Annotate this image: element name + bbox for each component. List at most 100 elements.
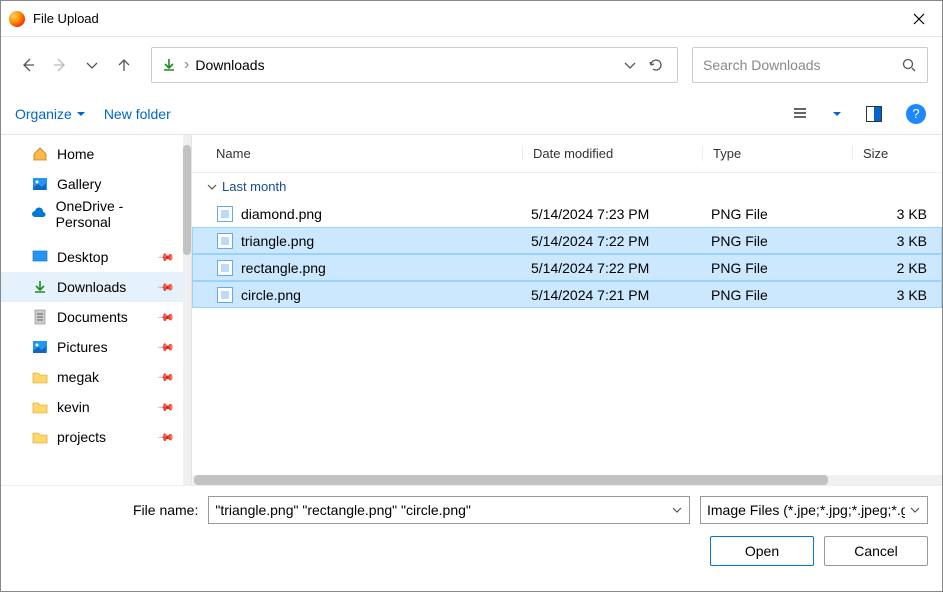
image-file-icon [217,287,233,303]
column-headers: Name Date modified Type Size [192,135,942,173]
sidebar-item-home[interactable]: Home [1,139,183,169]
chevron-down-icon [84,57,100,73]
file-date: 5/14/2024 7:22 PM [521,233,701,249]
sidebar-item-label: Documents [57,309,128,325]
pin-icon: 📌 [157,278,176,297]
column-type[interactable]: Type [702,146,852,161]
file-name: diamond.png [241,206,322,222]
toolbar: Organize New folder ? [1,93,942,135]
sidebar-item-label: Pictures [57,339,108,355]
file-name: triangle.png [241,233,314,249]
sidebar-item-desktop[interactable]: Desktop 📌 [1,242,183,272]
folder-icon [31,368,49,386]
nav-row: › Downloads Search Downloads [1,37,942,93]
download-icon [31,278,49,296]
path-dropdown[interactable] [617,52,643,78]
pin-icon: 📌 [157,338,176,357]
sidebar-item-gallery[interactable]: Gallery [1,169,183,199]
sidebar-item-label: Downloads [57,279,126,295]
chevron-down-icon [909,504,921,516]
file-type: PNG File [701,233,851,249]
image-file-icon [217,206,233,222]
folder-icon [31,398,49,416]
column-date[interactable]: Date modified [522,146,702,161]
help-button[interactable]: ? [904,102,928,126]
address-bar[interactable]: › Downloads [151,47,678,83]
window-titlebar: File Upload [1,1,942,37]
sidebar-item-kevin[interactable]: kevin 📌 [1,392,183,422]
sidebar-item-projects[interactable]: projects 📌 [1,422,183,452]
refresh-icon [648,57,664,73]
pin-icon: 📌 [157,398,176,417]
file-date: 5/14/2024 7:21 PM [521,287,701,303]
file-date: 5/14/2024 7:22 PM [521,260,701,276]
desktop-icon [31,248,49,266]
column-size[interactable]: Size [852,146,942,161]
file-size: 3 KB [851,206,941,222]
arrow-right-icon [52,57,68,73]
search-input[interactable]: Search Downloads [692,47,928,83]
new-folder-button[interactable]: New folder [104,106,171,122]
downloads-folder-icon [160,56,178,74]
sidebar-item-downloads[interactable]: Downloads 📌 [1,272,183,302]
refresh-button[interactable] [643,52,669,78]
file-row[interactable]: diamond.png 5/14/2024 7:23 PM PNG File 3… [192,200,942,227]
view-dropdown[interactable] [830,102,844,126]
view-menu[interactable] [788,102,812,126]
filename-label: File name: [133,502,198,518]
sidebar-item-documents[interactable]: Documents 📌 [1,302,183,332]
sidebar-item-label: kevin [57,399,90,415]
gallery-icon [31,338,49,356]
pin-icon: 📌 [157,368,176,387]
breadcrumb[interactable]: Downloads [195,57,264,73]
pin-icon: 📌 [157,428,176,447]
file-row[interactable]: rectangle.png 5/14/2024 7:22 PM PNG File… [192,254,942,281]
sidebar-item-label: megak [57,369,99,385]
chevron-down-icon [671,504,683,516]
file-type-filter[interactable]: Image Files (*.jpe;*.jpg;*.jpeg;*.gif;*.… [700,496,928,524]
chevron-down-icon [622,57,638,73]
sidebar-item-pictures[interactable]: Pictures 📌 [1,332,183,362]
sidebar-item-label: Desktop [57,249,108,265]
close-button[interactable] [896,1,942,36]
sidebar-item-onedrive-personal[interactable]: OneDrive - Personal [1,199,183,229]
chevron-down-icon [206,181,218,193]
back-button[interactable] [15,52,41,78]
cancel-button[interactable]: Cancel [824,536,928,566]
file-type: PNG File [701,206,851,222]
sidebar-item-megak[interactable]: megak 📌 [1,362,183,392]
list-view-icon [792,106,808,122]
file-row[interactable]: triangle.png 5/14/2024 7:22 PM PNG File … [192,227,942,254]
arrow-up-icon [116,57,132,73]
cloud-icon [31,205,48,223]
file-size: 3 KB [851,287,941,303]
file-row[interactable]: circle.png 5/14/2024 7:21 PM PNG File 3 … [192,281,942,308]
image-file-icon [217,260,233,276]
organize-menu[interactable]: Organize [15,106,86,122]
breadcrumb-chevron-icon: › [178,56,195,74]
preview-pane-button[interactable] [862,102,886,126]
filename-input[interactable]: "triangle.png" "rectangle.png" "circle.p… [208,496,690,524]
sidebar-scrollbar[interactable] [183,135,191,485]
forward-button[interactable] [47,52,73,78]
pin-icon: 📌 [157,308,176,327]
preview-pane-icon [866,106,882,122]
open-button[interactable]: Open [710,536,814,566]
sidebar: Home Gallery OneDrive - Personal Desktop… [1,135,191,485]
folder-icon [31,428,49,446]
horizontal-scrollbar[interactable] [192,475,942,485]
close-icon [911,11,927,27]
group-header[interactable]: Last month [192,173,942,200]
column-name[interactable]: Name [216,146,522,161]
history-dropdown[interactable] [79,52,105,78]
dropdown-caret-icon [76,109,86,119]
doc-icon [31,308,49,326]
home-icon [31,145,49,163]
up-button[interactable] [111,52,137,78]
file-name: circle.png [241,287,301,303]
file-size: 2 KB [851,260,941,276]
file-size: 3 KB [851,233,941,249]
sidebar-item-label: OneDrive - Personal [56,198,173,230]
file-type: PNG File [701,260,851,276]
file-type: PNG File [701,287,851,303]
